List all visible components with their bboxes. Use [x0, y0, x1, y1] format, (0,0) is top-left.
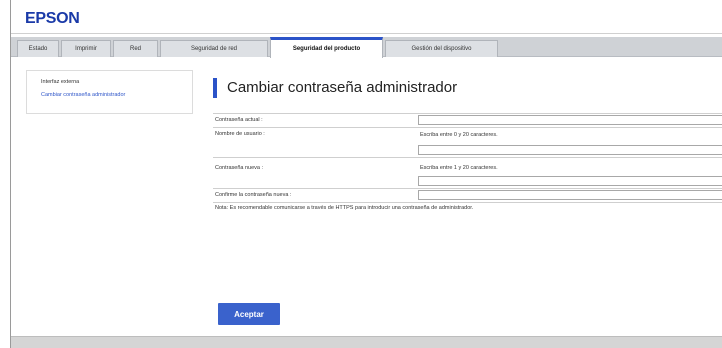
- content-area: Interfaz externa Cambiar contraseña admi…: [11, 58, 722, 336]
- tab-red[interactable]: Red: [113, 40, 158, 57]
- new-password-hint: Escriba entre 1 y 20 caracteres.: [420, 165, 498, 171]
- sidebar-item-cambiar-contrasena[interactable]: Cambiar contraseña administrador: [41, 92, 125, 98]
- title-accent-bar: [213, 78, 217, 98]
- new-password-label: Contraseña nueva :: [215, 165, 264, 171]
- sidebar: Interfaz externa Cambiar contraseña admi…: [26, 70, 193, 114]
- tab-bar: Estado Imprimir Red Seguridad de red Seg…: [11, 37, 722, 58]
- browser-frame: EPSON Estado Imprimir Red Seguridad de r…: [10, 0, 722, 348]
- new-password-input[interactable]: [418, 176, 722, 186]
- https-note: Nota: Es recomendable comunicarse a trav…: [215, 205, 474, 211]
- confirm-password-input[interactable]: [418, 190, 722, 200]
- page-title: Cambiar contraseña administrador: [227, 79, 458, 96]
- header: EPSON: [11, 0, 722, 34]
- tab-seguridad-de-red[interactable]: Seguridad de red: [160, 40, 268, 57]
- username-input[interactable]: [418, 145, 722, 155]
- current-password-input[interactable]: [418, 115, 722, 125]
- current-password-label: Contraseña actual :: [215, 117, 263, 123]
- epson-logo: EPSON: [25, 10, 80, 27]
- username-hint: Escriba entre 0 y 20 caracteres.: [420, 132, 498, 138]
- tab-gestion-del-dispositivo[interactable]: Gestión del dispositivo: [385, 40, 498, 57]
- confirm-password-label: Confirme la contraseña nueva :: [215, 192, 292, 198]
- form-divider: [213, 127, 722, 128]
- sidebar-item-interfaz-externa[interactable]: Interfaz externa: [41, 79, 79, 85]
- footer-bar: [11, 336, 722, 348]
- tab-seguridad-del-producto[interactable]: Seguridad del producto: [270, 37, 383, 58]
- form-divider: [213, 157, 722, 158]
- form-divider: [213, 188, 722, 189]
- form-divider: [213, 202, 722, 203]
- aceptar-button[interactable]: Aceptar: [218, 303, 280, 325]
- username-label: Nombre de usuario :: [215, 131, 265, 137]
- form-divider: [213, 113, 722, 114]
- tab-imprimir[interactable]: Imprimir: [61, 40, 111, 57]
- tab-estado[interactable]: Estado: [17, 40, 59, 57]
